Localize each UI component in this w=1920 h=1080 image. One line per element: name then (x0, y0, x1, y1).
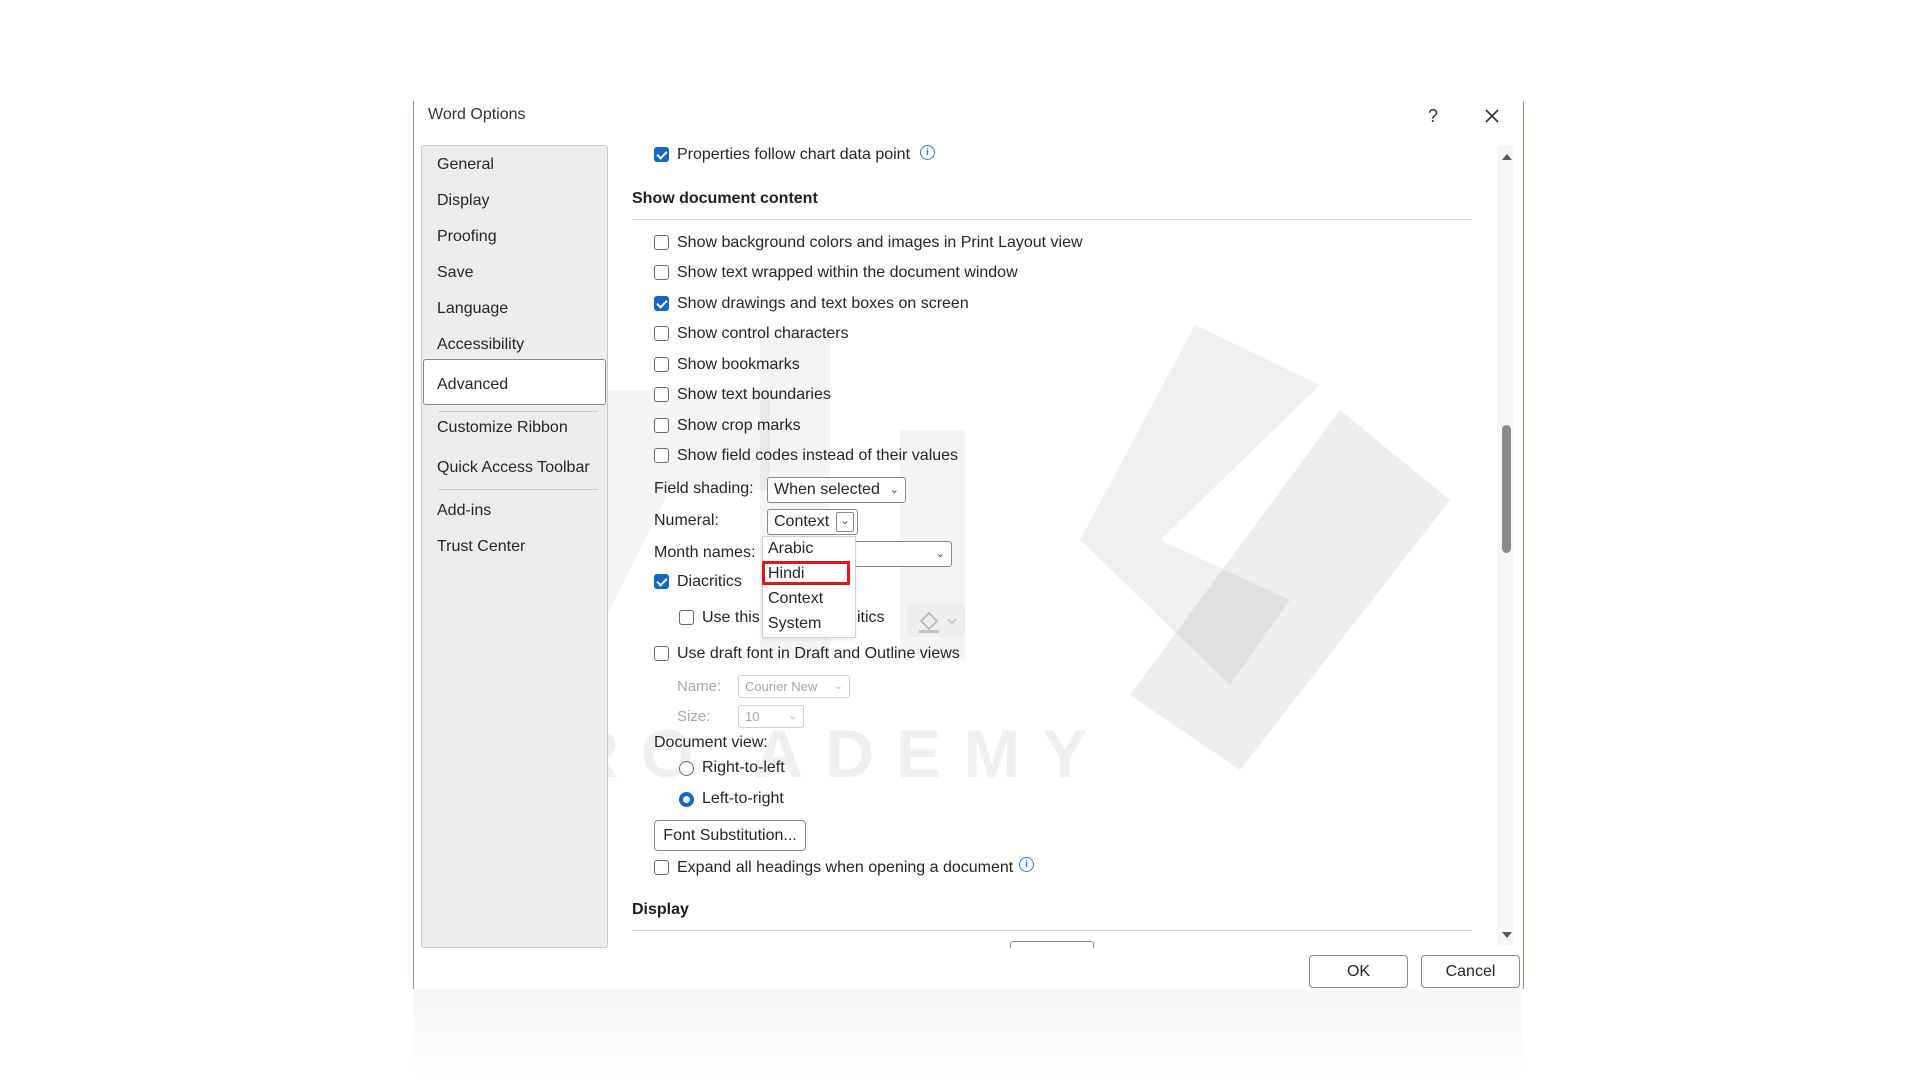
nav-item-accessibility[interactable]: Accessibility (437, 336, 524, 354)
properties-follow-chart-label: Properties follow chart data point (677, 146, 911, 163)
draft-size-select[interactable]: 10 ⌄ (738, 705, 804, 728)
right-to-left-label: Right-to-left (702, 759, 785, 776)
nav-separator (438, 411, 598, 412)
field-shading-value: When selected (774, 481, 880, 498)
nav-item-advanced[interactable]: Advanced (437, 376, 508, 394)
nav-item-display[interactable]: Display (437, 192, 489, 210)
nav-item-general[interactable]: General (437, 156, 494, 174)
left-to-right-radio[interactable] (679, 792, 694, 807)
close-button[interactable] (1478, 103, 1506, 129)
show-field-codes-label: Show field codes instead of their values (677, 447, 959, 464)
nav-item-add-ins[interactable]: Add-ins (437, 502, 491, 520)
show-crop-marks-label: Show crop marks (677, 417, 801, 434)
section-divider (632, 219, 1472, 220)
scrollbar-thumb[interactable] (1502, 425, 1511, 553)
right-to-left-radio[interactable] (679, 761, 694, 776)
draft-name-label: Name: (677, 678, 722, 695)
draft-name-select[interactable]: Courier New ⌄ (738, 675, 850, 698)
use-color-diacritics-checkbox[interactable] (679, 610, 694, 625)
chevron-down-icon: ⌄ (935, 548, 945, 560)
scroll-down-icon[interactable] (1501, 931, 1513, 941)
show-text-boundaries-label: Show text boundaries (677, 386, 831, 403)
numeral-label: Numeral: (654, 512, 719, 529)
numeral-value: Context (774, 513, 830, 530)
draft-size-value: 10 (745, 709, 760, 724)
chevron-down-icon: ⌄ (787, 710, 797, 722)
show-text-boundaries-checkbox[interactable] (654, 387, 669, 402)
numeral-option-arabic[interactable]: Arabic (768, 540, 813, 558)
numeral-option-context[interactable]: Context (768, 590, 823, 608)
show-bookmarks-checkbox[interactable] (654, 357, 669, 372)
section-divider (632, 930, 1472, 931)
highlight-box (762, 561, 850, 585)
nav-item-customize-ribbon[interactable]: Customize Ribbon (437, 419, 568, 437)
show-bookmarks-label: Show bookmarks (677, 356, 800, 373)
font-substitution-button[interactable]: Font Substitution... (654, 820, 806, 851)
use-color-diacritics-label-right: itics (857, 609, 885, 626)
diacritics-label: Diacritics (677, 573, 742, 590)
ok-button[interactable]: OK (1309, 955, 1408, 988)
field-shading-label: Field shading: (654, 480, 754, 497)
dialog-title: Word Options (428, 106, 526, 123)
numeral-option-system[interactable]: System (768, 615, 821, 633)
help-button[interactable]: ? (1420, 103, 1446, 129)
show-drawings-label: Show drawings and text boxes on screen (677, 295, 969, 312)
show-control-characters-checkbox[interactable] (654, 326, 669, 341)
nav-item-quick-access-toolbar[interactable]: Quick Access Toolbar (437, 459, 590, 477)
diacritics-color-picker[interactable] (907, 603, 965, 637)
section-show-document-content: Show document content (632, 190, 818, 207)
document-view-label: Document view: (654, 734, 768, 751)
expand-headings-checkbox[interactable] (654, 860, 669, 875)
nav-item-trust-center[interactable]: Trust Center (437, 538, 525, 556)
show-drawings-checkbox[interactable] (654, 296, 669, 311)
nav-item-save[interactable]: Save (437, 264, 473, 282)
show-background-colors-label: Show background colors and images in Pri… (677, 234, 1083, 251)
show-text-wrapped-label: Show text wrapped within the document wi… (677, 264, 1018, 281)
draft-font-label: Use draft font in Draft and Outline view… (677, 645, 960, 662)
draft-size-label: Size: (677, 708, 711, 725)
diacritics-checkbox[interactable] (654, 574, 669, 589)
draft-name-value: Courier New (745, 679, 818, 694)
nav-separator (438, 489, 598, 490)
show-control-characters-label: Show control characters (677, 325, 849, 342)
section-display: Display (632, 901, 689, 918)
chevron-down-icon: ⌄ (889, 484, 899, 496)
show-text-wrapped-checkbox[interactable] (654, 265, 669, 280)
paint-bucket-icon (919, 611, 957, 633)
numeral-select[interactable]: Context ⌄ (767, 509, 858, 535)
field-shading-select[interactable]: When selected ⌄ (767, 477, 906, 503)
info-icon[interactable]: i (920, 145, 935, 160)
chevron-down-icon: ⌄ (836, 512, 854, 532)
draft-font-checkbox[interactable] (654, 646, 669, 661)
show-field-codes-checkbox[interactable] (654, 448, 669, 463)
cancel-button[interactable]: Cancel (1421, 955, 1520, 988)
chevron-down-icon: ⌄ (833, 680, 843, 692)
nav-item-proofing[interactable]: Proofing (437, 228, 497, 246)
nav-item-language[interactable]: Language (437, 300, 508, 318)
cut-off-spinner[interactable] (1010, 941, 1094, 948)
show-background-colors-checkbox[interactable] (654, 235, 669, 250)
properties-follow-chart-checkbox[interactable] (654, 147, 669, 162)
info-icon[interactable]: i (1019, 857, 1034, 872)
left-to-right-label: Left-to-right (702, 790, 784, 807)
close-icon (1485, 109, 1499, 123)
dialog-reflection (413, 989, 1522, 1080)
scroll-up-icon[interactable] (1501, 151, 1513, 161)
expand-headings-label: Expand all headings when opening a docum… (677, 859, 1014, 876)
show-crop-marks-checkbox[interactable] (654, 418, 669, 433)
month-names-label: Month names: (654, 544, 756, 561)
